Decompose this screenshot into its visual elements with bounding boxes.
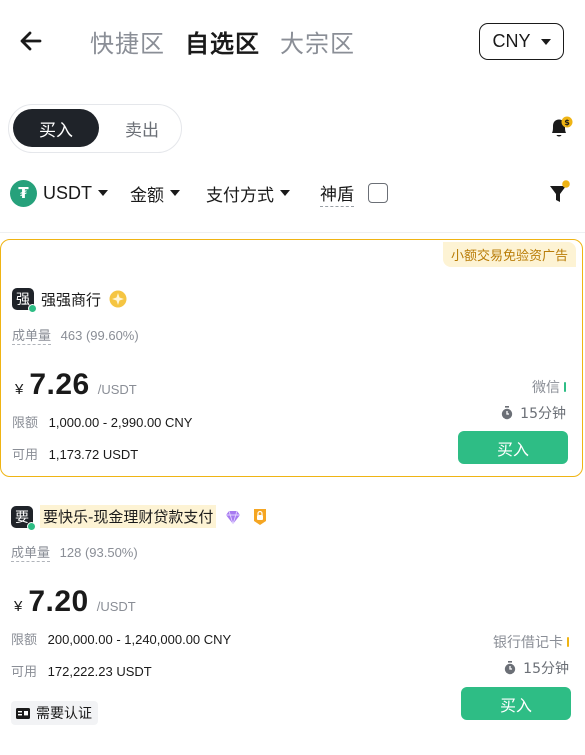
payment-method-label: 微信	[532, 380, 560, 396]
chevron-down-icon	[280, 190, 290, 196]
price-value: 7.26	[29, 368, 90, 401]
currency-label: CNY	[492, 31, 531, 51]
tab-bulk-zone[interactable]: 大宗区	[280, 24, 355, 59]
online-status-dot	[28, 304, 37, 313]
promo-tag: 小额交易免验资广告	[442, 242, 576, 267]
limit-label: 限额	[11, 633, 38, 648]
timer-icon	[501, 406, 513, 420]
merchant-name: 强强商行	[41, 290, 102, 309]
buy-sell-toggle: 买入 卖出	[8, 104, 182, 153]
order-stats: 成单量 128 (93.50%)	[11, 542, 138, 562]
payment-filter-label: 支付方式	[206, 185, 274, 206]
back-arrow-icon[interactable]	[16, 26, 46, 56]
header: 快捷区 自选区 大宗区 CNY	[0, 0, 585, 82]
payment-time: 15分钟	[503, 658, 569, 678]
limit-value: 200,000.00 - 1,240,000.00 CNY	[47, 632, 232, 647]
svg-text:$: $	[564, 118, 570, 127]
avatar: 强	[12, 288, 37, 313]
limit-label: 限额	[12, 416, 39, 431]
ad-card: 小额交易免验资广告 强 强强商行 成单量 463 (99.60%) ¥ 7.26…	[0, 239, 583, 477]
payment-color-bar	[567, 637, 569, 647]
diamond-badge-icon	[226, 510, 241, 524]
id-card-icon	[16, 707, 30, 719]
order-stats: 成单量 463 (99.60%)	[12, 325, 139, 345]
available-row: 可用 172,222.23 USDT	[11, 661, 152, 680]
buy-button[interactable]: 买入	[461, 687, 571, 720]
available-label: 可用	[12, 448, 39, 463]
payment-color-bar	[564, 382, 566, 392]
notification-bell-icon[interactable]: $	[546, 114, 574, 142]
avatar: 要	[11, 505, 36, 531]
shield-filter-label: 神盾	[320, 180, 354, 207]
price-value: 7.20	[28, 585, 89, 618]
buy-toggle-button[interactable]: 买入	[13, 109, 99, 147]
price: ¥ 7.26 /USDT	[15, 368, 137, 402]
payment-method-label: 银行借记卡	[493, 635, 563, 651]
available-value: 1,173.72 USDT	[48, 447, 139, 462]
limit-value: 1,000.00 - 2,990.00 CNY	[48, 415, 193, 430]
amount-filter[interactable]: 金额	[130, 176, 180, 210]
shield-checkbox[interactable]	[368, 183, 388, 203]
limit-row: 限额 200,000.00 - 1,240,000.00 CNY	[11, 629, 231, 648]
verification-required-badge: 需要认证	[11, 701, 98, 725]
amount-filter-label: 金额	[130, 185, 164, 206]
order-count-label: 成单量	[11, 546, 51, 562]
order-count-value: 463 (99.60%)	[60, 328, 139, 343]
chevron-down-icon	[98, 190, 108, 196]
payment-method: 微信	[532, 377, 566, 397]
filter-bar: ₮ USDT 金额 支付方式 神盾	[10, 176, 580, 210]
available-label: 可用	[11, 665, 38, 680]
shield-filter[interactable]: 神盾	[320, 176, 388, 210]
order-count-value: 128 (93.50%)	[59, 545, 138, 560]
payment-time-label: 15分钟	[520, 406, 566, 422]
asset-filter[interactable]: ₮ USDT	[10, 176, 108, 210]
divider	[0, 232, 585, 233]
order-count-label: 成单量	[12, 329, 52, 345]
available-row: 可用 1,173.72 USDT	[12, 444, 138, 463]
chevron-down-icon	[170, 190, 180, 196]
currency-symbol: ¥	[15, 381, 24, 398]
tab-quick-zone[interactable]: 快捷区	[90, 24, 165, 59]
currency-symbol: ¥	[14, 598, 23, 615]
payment-filter[interactable]: 支付方式	[206, 176, 290, 210]
tether-icon: ₮	[10, 179, 37, 207]
online-status-dot	[27, 521, 36, 531]
merchant-info[interactable]: 强 强强商行	[12, 288, 128, 313]
merchant-name: 要快乐-现金理财贷款支付	[40, 505, 217, 528]
payment-time-label: 15分钟	[523, 661, 569, 677]
filter-funnel-icon[interactable]	[546, 180, 574, 208]
merchant-info[interactable]: 要 要快乐-现金理财贷款支付	[11, 505, 270, 531]
buy-button[interactable]: 买入	[458, 431, 568, 464]
lock-badge-icon	[254, 508, 267, 525]
zone-tabs: 快捷区 自选区 大宗区	[90, 24, 355, 59]
verification-label: 需要认证	[36, 706, 92, 722]
available-value: 172,222.23 USDT	[47, 664, 152, 679]
timer-icon	[504, 661, 516, 675]
payment-method: 银行借记卡	[493, 632, 569, 652]
asset-filter-label: USDT	[43, 182, 92, 203]
price-unit: /USDT	[96, 599, 136, 614]
currency-select[interactable]: CNY	[479, 23, 564, 60]
price: ¥ 7.20 /USDT	[14, 585, 136, 619]
limit-row: 限额 1,000.00 - 2,990.00 CNY	[12, 412, 192, 431]
tab-custom-zone[interactable]: 自选区	[185, 24, 260, 59]
chevron-down-icon	[540, 38, 551, 45]
payment-time: 15分钟	[500, 403, 566, 423]
ad-card: 要 要快乐-现金理财贷款支付 成单量 128 (93.50%) ¥ 7.20 /…	[0, 495, 585, 745]
sell-toggle-button[interactable]: 卖出	[105, 109, 179, 147]
gold-merchant-badge-icon	[109, 290, 127, 308]
price-unit: /USDT	[97, 382, 137, 397]
